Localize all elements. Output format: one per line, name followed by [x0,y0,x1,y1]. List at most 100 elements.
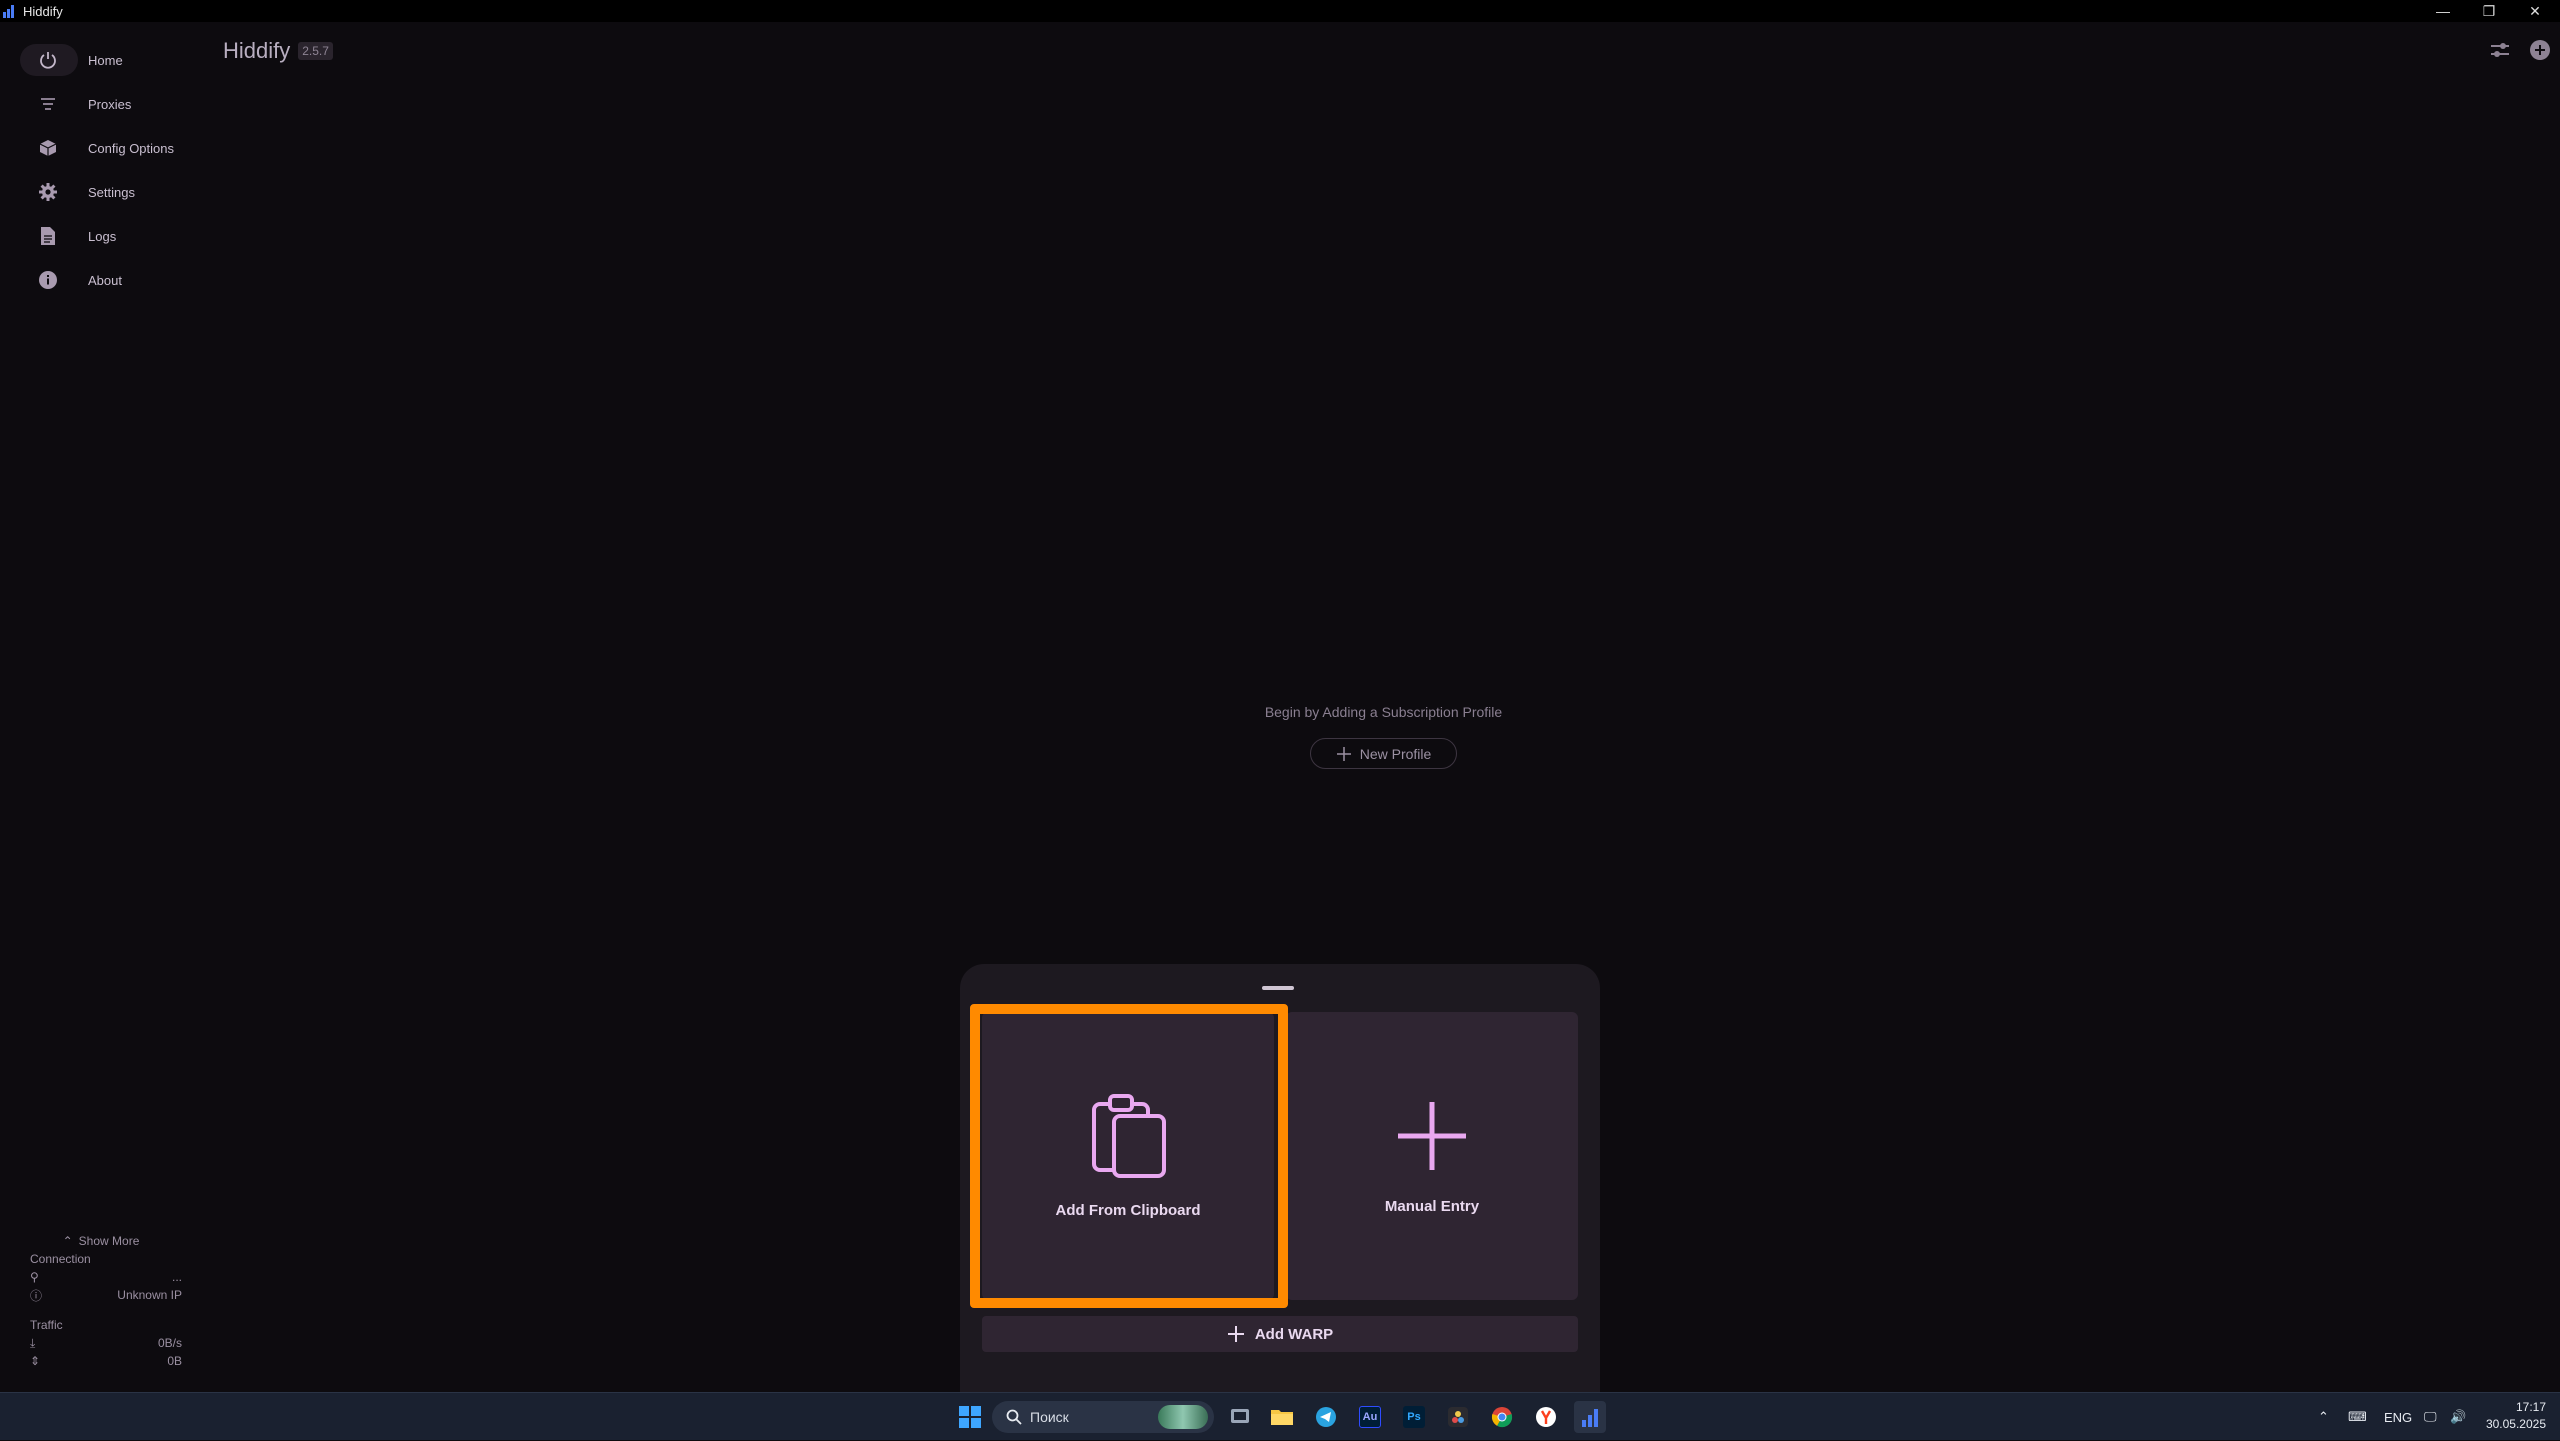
sidebar-item-label: Proxies [88,96,132,112]
up-down-arrow-icon: ⇕ [30,1354,41,1368]
total-row: ⇕ 0B [30,1352,182,1370]
network-button[interactable]: 🖵 [2424,1393,2437,1441]
clipboard-icon [1092,1093,1166,1178]
clock-time: 17:17 [2515,1400,2546,1414]
sidebar-item-label: Logs [88,228,117,244]
add-warp-button[interactable]: Add WARP [982,1316,1578,1352]
new-profile-label: New Profile [1359,745,1432,762]
sidebar-item-proxies[interactable]: Proxies [20,88,192,120]
hiddify-icon [1582,1407,1598,1427]
gear-icon [20,182,76,202]
connection-title: Connection [30,1252,91,1266]
page-title: Hiddify 2.5.7 [223,38,333,64]
app-logo-icon [3,4,19,18]
sidebar-item-label: Settings [88,184,135,200]
yandex-icon [1536,1407,1556,1427]
manual-entry-button[interactable]: Manual Entry [1286,1012,1578,1300]
sidebar-item-about[interactable]: About [20,264,192,296]
search-icon [1006,1409,1022,1425]
chrome-icon [1491,1407,1513,1428]
search-highlight-image [1158,1405,1208,1429]
telegram-button[interactable] [1310,1401,1342,1433]
connection-status-row: ⚲ ... [30,1268,182,1286]
plus-icon [1227,1326,1244,1342]
add-from-clipboard-button[interactable]: Add From Clipboard [982,1012,1274,1300]
task-view-icon [1231,1409,1249,1423]
add-profile-sheet: Add From Clipboard Manual Entry Add WARP [960,964,1600,1392]
sidebar-item-config-options[interactable]: Config Options [20,132,192,164]
sidebar-item-label: Home [88,52,123,68]
file-explorer-button[interactable] [1266,1401,1298,1433]
empty-state-text: Begin by Adding a Subscription Profile [1264,704,1503,720]
maximize-button[interactable]: ❐ [2466,0,2512,22]
download-icon: ⤓ [30,1335,36,1350]
link-icon: ⚲ [30,1270,39,1284]
close-button[interactable]: ✕ [2512,0,2558,22]
add-from-clipboard-label: Add From Clipboard [1055,1201,1201,1219]
windows-icon [959,1406,981,1428]
audition-button[interactable]: Au [1354,1401,1386,1433]
sidebar-item-label: About [88,272,122,288]
connection-status: ... [171,1270,182,1284]
language-indicator[interactable]: ENG [2384,1393,2412,1441]
document-icon [20,226,76,246]
stats-panel: ⌃ Show More Connection ⚲ ... ⓘ Unknown I… [30,1232,182,1370]
add-circle-icon [2530,40,2550,60]
telegram-icon [1316,1407,1336,1427]
plus-icon [1336,746,1351,761]
add-profile-button[interactable] [2528,38,2552,62]
tune-icon [2491,43,2509,57]
speed-row: ⤓ 0B/s [30,1334,182,1352]
sidebar-item-settings[interactable]: Settings [20,176,192,208]
new-profile-button[interactable]: New Profile [1310,738,1457,769]
traffic-total: 0B [167,1354,182,1368]
manual-entry-label: Manual Entry [1384,1197,1480,1215]
folder-icon [1271,1410,1293,1425]
sidebar-item-label: Config Options [88,140,174,156]
sheet-drag-handle[interactable] [1262,986,1294,990]
photoshop-button[interactable]: Ps [1398,1401,1430,1433]
power-icon [20,50,76,70]
davinci-button[interactable] [1442,1401,1474,1433]
version-badge: 2.5.7 [298,42,333,60]
traffic-title: Traffic [30,1318,63,1332]
chevron-up-icon: ⌃ [2318,1409,2329,1424]
taskbar: Поиск Au Ps ⌃ ⌨ ENG 🖵 🔊 17:17 30.05.2025 [0,1392,2560,1440]
add-warp-label: Add WARP [1254,1325,1334,1343]
yandex-browser-button[interactable] [1530,1401,1562,1433]
info-outline-icon: ⓘ [30,1288,43,1303]
start-button[interactable] [954,1401,986,1433]
chevron-up-icon: ⌃ [62,1234,73,1248]
quick-settings-button[interactable] [2488,38,2512,62]
volume-button[interactable]: 🔊 [2450,1393,2466,1441]
chrome-button[interactable] [1486,1401,1518,1433]
window-titlebar: Hiddify — ❐ ✕ [0,0,2560,22]
plus-icon [1398,1101,1466,1170]
clock-date: 30.05.2025 [2485,1417,2546,1431]
speaker-icon: 🔊 [2450,1409,2467,1424]
hiddify-taskbar-button[interactable] [1574,1401,1606,1433]
filter-list-icon [20,97,76,111]
audition-icon: Au [1359,1406,1381,1428]
minimize-button[interactable]: — [2420,0,2466,22]
clock[interactable]: 17:17 30.05.2025 [2486,1399,2546,1433]
photoshop-icon: Ps [1403,1406,1425,1428]
ip-value: Unknown IP [117,1288,182,1302]
search-placeholder: Поиск [1030,1409,1069,1425]
keyboard-icon: ⌨ [2348,1409,2367,1424]
sidebar-item-home[interactable]: Home [20,44,123,76]
sidebar-item-logs[interactable]: Logs [20,220,192,252]
ip-row: ⓘ Unknown IP [30,1286,182,1304]
info-icon [20,270,76,290]
keyboard-button[interactable]: ⌨ [2348,1393,2367,1441]
window-title: Hiddify [23,3,63,19]
davinci-icon [1448,1407,1468,1427]
traffic-speed: 0B/s [157,1336,182,1350]
show-more-button[interactable]: ⌃ Show More [20,1232,182,1250]
task-view-button[interactable] [1224,1401,1256,1433]
monitor-icon: 🖵 [2424,1409,2437,1424]
taskbar-search[interactable]: Поиск [992,1401,1214,1433]
box-icon [20,138,76,158]
app-name: Hiddify [223,38,291,63]
tray-overflow-button[interactable]: ⌃ [2318,1393,2329,1441]
